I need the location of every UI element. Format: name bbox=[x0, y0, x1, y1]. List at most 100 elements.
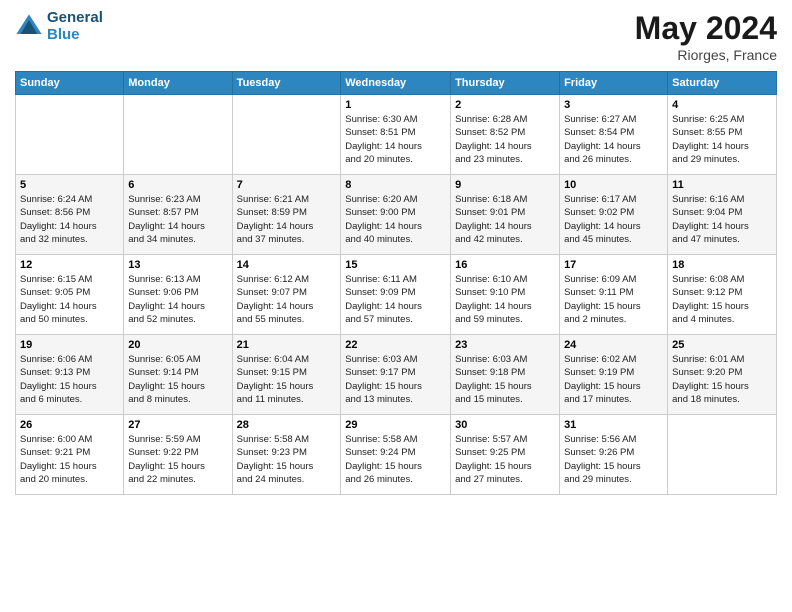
weekday-header-thursday: Thursday bbox=[451, 72, 560, 95]
calendar-cell: 5Sunrise: 6:24 AM Sunset: 8:56 PM Daylig… bbox=[16, 175, 124, 255]
day-info: Sunrise: 6:17 AM Sunset: 9:02 PM Dayligh… bbox=[564, 193, 663, 246]
day-info: Sunrise: 6:23 AM Sunset: 8:57 PM Dayligh… bbox=[128, 193, 227, 246]
day-number: 6 bbox=[128, 179, 227, 191]
day-info: Sunrise: 6:28 AM Sunset: 8:52 PM Dayligh… bbox=[455, 113, 555, 166]
weekday-header-tuesday: Tuesday bbox=[232, 72, 341, 95]
calendar-container: General Blue May 2024 Riorges, France Su… bbox=[0, 0, 792, 612]
calendar-week-2: 5Sunrise: 6:24 AM Sunset: 8:56 PM Daylig… bbox=[16, 175, 777, 255]
location: Riorges, France bbox=[635, 47, 777, 63]
calendar-cell: 13 Sunrise: 6:13 AM Sunset: 9:06 PM Dayli… bbox=[124, 255, 232, 335]
day-number: 21 bbox=[237, 339, 337, 351]
day-info: Sunrise: 5:58 AM Sunset: 9:23 PM Dayligh… bbox=[237, 433, 337, 486]
day-number: 24 bbox=[564, 339, 663, 351]
day-info: Sunrise: 5:59 AM Sunset: 9:22 PM Dayligh… bbox=[128, 433, 227, 486]
day-number: 10 bbox=[564, 179, 663, 191]
calendar-cell: 10 Sunrise: 6:17 AM Sunset: 9:02 PM Dayli… bbox=[560, 175, 668, 255]
day-info: Sunrise: 6:20 AM Sunset: 9:00 PM Dayligh… bbox=[345, 193, 446, 246]
calendar-cell: 17Sunrise: 6:09 AM Sunset: 9:11 PM Dayli… bbox=[560, 255, 668, 335]
day-number: 18 bbox=[672, 259, 772, 271]
calendar-cell bbox=[16, 95, 124, 175]
calendar-cell: 28 Sunrise: 5:58 AM Sunset: 9:23 PM Dayli… bbox=[232, 415, 341, 495]
day-number: 1 bbox=[345, 99, 446, 111]
calendar-week-4: 19 Sunrise: 6:06 AM Sunset: 9:13 PM Dayli… bbox=[16, 335, 777, 415]
calendar-cell: 15 Sunrise: 6:11 AM Sunset: 9:09 PM Dayli… bbox=[341, 255, 451, 335]
calendar-cell: 31 Sunrise: 5:56 AM Sunset: 9:26 PM Dayli… bbox=[560, 415, 668, 495]
calendar-cell: 30Sunrise: 5:57 AM Sunset: 9:25 PM Dayli… bbox=[451, 415, 560, 495]
logo-icon bbox=[15, 13, 43, 41]
day-number: 27 bbox=[128, 419, 227, 431]
calendar-cell: 22Sunrise: 6:03 AM Sunset: 9:17 PM Dayli… bbox=[341, 335, 451, 415]
day-info: Sunrise: 6:16 AM Sunset: 9:04 PM Dayligh… bbox=[672, 193, 772, 246]
calendar-cell: 26 Sunrise: 6:00 AM Sunset: 9:21 PM Dayli… bbox=[16, 415, 124, 495]
calendar-cell: 14Sunrise: 6:12 AM Sunset: 9:07 PM Dayli… bbox=[232, 255, 341, 335]
calendar-cell bbox=[668, 415, 777, 495]
calendar-cell: 29 Sunrise: 5:58 AM Sunset: 9:24 PM Dayli… bbox=[341, 415, 451, 495]
calendar-cell: 23Sunrise: 6:03 AM Sunset: 9:18 PM Dayli… bbox=[451, 335, 560, 415]
day-info: Sunrise: 6:24 AM Sunset: 8:56 PM Dayligh… bbox=[20, 193, 119, 246]
day-info: Sunrise: 6:06 AM Sunset: 9:13 PM Dayligh… bbox=[20, 353, 119, 406]
day-info: Sunrise: 6:02 AM Sunset: 9:19 PM Dayligh… bbox=[564, 353, 663, 406]
calendar-week-5: 26 Sunrise: 6:00 AM Sunset: 9:21 PM Dayli… bbox=[16, 415, 777, 495]
day-number: 25 bbox=[672, 339, 772, 351]
day-info: Sunrise: 6:30 AM Sunset: 8:51 PM Dayligh… bbox=[345, 113, 446, 166]
calendar-cell: 4Sunrise: 6:25 AM Sunset: 8:55 PM Daylig… bbox=[668, 95, 777, 175]
day-info: Sunrise: 6:04 AM Sunset: 9:15 PM Dayligh… bbox=[237, 353, 337, 406]
calendar-week-3: 12Sunrise: 6:15 AM Sunset: 9:05 PM Dayli… bbox=[16, 255, 777, 335]
calendar-cell: 18 Sunrise: 6:08 AM Sunset: 9:12 PM Dayli… bbox=[668, 255, 777, 335]
day-number: 19 bbox=[20, 339, 119, 351]
day-info: Sunrise: 6:00 AM Sunset: 9:21 PM Dayligh… bbox=[20, 433, 119, 486]
calendar-cell: 19 Sunrise: 6:06 AM Sunset: 9:13 PM Dayli… bbox=[16, 335, 124, 415]
logo-line2: Blue bbox=[47, 27, 103, 44]
day-number: 9 bbox=[455, 179, 555, 191]
weekday-header-saturday: Saturday bbox=[668, 72, 777, 95]
day-number: 30 bbox=[455, 419, 555, 431]
day-number: 14 bbox=[237, 259, 337, 271]
day-number: 26 bbox=[20, 419, 119, 431]
day-info: Sunrise: 6:09 AM Sunset: 9:11 PM Dayligh… bbox=[564, 273, 663, 326]
day-info: Sunrise: 6:21 AM Sunset: 8:59 PM Dayligh… bbox=[237, 193, 337, 246]
weekday-header-sunday: Sunday bbox=[16, 72, 124, 95]
calendar-cell: 9 Sunrise: 6:18 AM Sunset: 9:01 PM Daylig… bbox=[451, 175, 560, 255]
day-info: Sunrise: 6:18 AM Sunset: 9:01 PM Dayligh… bbox=[455, 193, 555, 246]
calendar-cell bbox=[232, 95, 341, 175]
day-number: 29 bbox=[345, 419, 446, 431]
day-info: Sunrise: 6:10 AM Sunset: 9:10 PM Dayligh… bbox=[455, 273, 555, 326]
calendar-cell: 21 Sunrise: 6:04 AM Sunset: 9:15 PM Dayli… bbox=[232, 335, 341, 415]
day-number: 15 bbox=[345, 259, 446, 271]
day-number: 8 bbox=[345, 179, 446, 191]
logo: General Blue bbox=[15, 10, 103, 43]
day-number: 12 bbox=[20, 259, 119, 271]
calendar-cell: 6 Sunrise: 6:23 AM Sunset: 8:57 PM Daylig… bbox=[124, 175, 232, 255]
month-title: May 2024 bbox=[635, 10, 777, 47]
weekday-header-wednesday: Wednesday bbox=[341, 72, 451, 95]
weekday-header-monday: Monday bbox=[124, 72, 232, 95]
day-number: 2 bbox=[455, 99, 555, 111]
calendar-cell: 24 Sunrise: 6:02 AM Sunset: 9:19 PM Dayli… bbox=[560, 335, 668, 415]
day-info: Sunrise: 6:13 AM Sunset: 9:06 PM Dayligh… bbox=[128, 273, 227, 326]
calendar-cell: 16 Sunrise: 6:10 AM Sunset: 9:10 PM Dayli… bbox=[451, 255, 560, 335]
day-number: 16 bbox=[455, 259, 555, 271]
title-block: May 2024 Riorges, France bbox=[635, 10, 777, 63]
day-info: Sunrise: 5:56 AM Sunset: 9:26 PM Dayligh… bbox=[564, 433, 663, 486]
calendar-cell: 25 Sunrise: 6:01 AM Sunset: 9:20 PM Dayli… bbox=[668, 335, 777, 415]
calendar-cell: 11Sunrise: 6:16 AM Sunset: 9:04 PM Dayli… bbox=[668, 175, 777, 255]
calendar-cell: 20Sunrise: 6:05 AM Sunset: 9:14 PM Dayli… bbox=[124, 335, 232, 415]
day-number: 13 bbox=[128, 259, 227, 271]
calendar-cell: 7Sunrise: 6:21 AM Sunset: 8:59 PM Daylig… bbox=[232, 175, 341, 255]
day-info: Sunrise: 6:01 AM Sunset: 9:20 PM Dayligh… bbox=[672, 353, 772, 406]
weekday-header-row: SundayMondayTuesdayWednesdayThursdayFrid… bbox=[16, 72, 777, 95]
day-info: Sunrise: 5:58 AM Sunset: 9:24 PM Dayligh… bbox=[345, 433, 446, 486]
day-info: Sunrise: 6:08 AM Sunset: 9:12 PM Dayligh… bbox=[672, 273, 772, 326]
day-info: Sunrise: 6:27 AM Sunset: 8:54 PM Dayligh… bbox=[564, 113, 663, 166]
day-number: 31 bbox=[564, 419, 663, 431]
calendar-cell: 1 Sunrise: 6:30 AM Sunset: 8:51 PM Daylig… bbox=[341, 95, 451, 175]
logo-line1: General bbox=[47, 10, 103, 27]
day-number: 3 bbox=[564, 99, 663, 111]
day-number: 22 bbox=[345, 339, 446, 351]
day-number: 28 bbox=[237, 419, 337, 431]
calendar-cell: 27 Sunrise: 5:59 AM Sunset: 9:22 PM Dayli… bbox=[124, 415, 232, 495]
calendar-cell: 3 Sunrise: 6:27 AM Sunset: 8:54 PM Daylig… bbox=[560, 95, 668, 175]
day-number: 4 bbox=[672, 99, 772, 111]
header: General Blue May 2024 Riorges, France bbox=[15, 10, 777, 63]
day-info: Sunrise: 6:11 AM Sunset: 9:09 PM Dayligh… bbox=[345, 273, 446, 326]
